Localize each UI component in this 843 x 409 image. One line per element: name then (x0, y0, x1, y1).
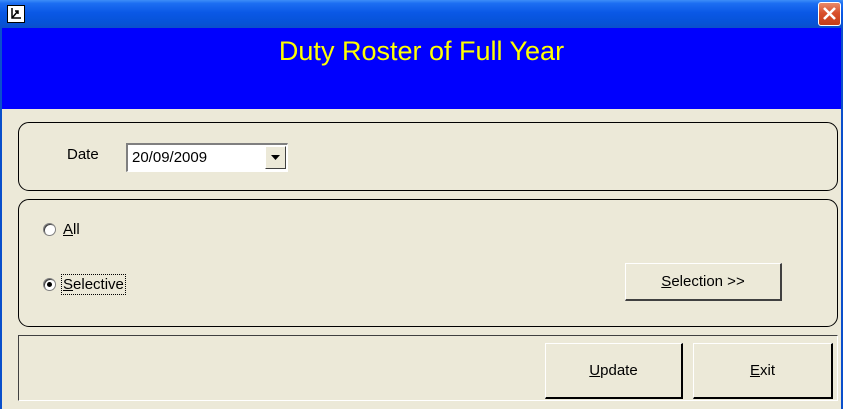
action-panel: Update Exit (18, 335, 838, 401)
close-button[interactable] (818, 2, 841, 26)
radio-all-button[interactable] (43, 223, 56, 236)
radio-selective-label[interactable]: Selective (61, 274, 126, 295)
date-dropdown-button[interactable] (265, 146, 286, 169)
date-label: Date (67, 146, 99, 163)
close-icon (823, 7, 836, 20)
selection-button[interactable]: Selection >> (625, 263, 782, 301)
date-value[interactable]: 20/09/2009 (132, 149, 207, 166)
chevron-down-icon (271, 155, 280, 160)
page-title: Duty Roster of Full Year (278, 36, 565, 66)
radio-all-label[interactable]: All (63, 221, 80, 238)
date-picker[interactable]: 20/09/2009 (126, 143, 288, 172)
header-banner: Duty Roster of Full Year (2, 28, 841, 109)
update-button[interactable]: Update (545, 343, 683, 399)
exit-button[interactable]: Exit (693, 343, 833, 399)
title-bar[interactable] (0, 0, 843, 28)
app-icon[interactable] (7, 5, 25, 23)
radio-selective-button[interactable] (43, 278, 56, 291)
selection-group: All Selective Selection >> (18, 199, 838, 327)
date-group: Date 20/09/2009 (18, 122, 838, 191)
